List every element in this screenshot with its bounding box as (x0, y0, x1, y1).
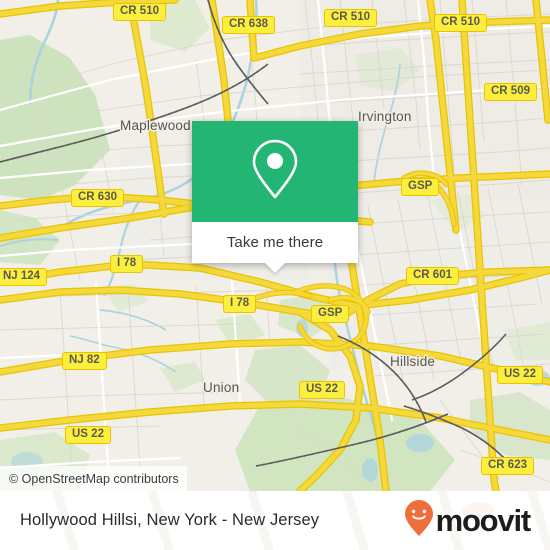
road-shield: US 22 (65, 426, 111, 444)
place-label-maplewood: Maplewood (120, 118, 191, 133)
road-shield: NJ 82 (62, 352, 107, 370)
road-shield: I 78 (110, 255, 144, 273)
map-canvas[interactable]: .park { fill:#cde3bd; } .park2 { fill:#d… (0, 0, 550, 491)
road-shield: CR 630 (71, 189, 124, 207)
road-shield: CR 509 (484, 83, 537, 101)
moovit-pin-icon (404, 499, 434, 542)
road-shield: CR 510 (434, 14, 487, 32)
moovit-wordmark: moovit (435, 503, 532, 538)
footer-bar: Hollywood Hillsi, New York - New Jersey … (0, 491, 550, 550)
road-shield: NJ 124 (0, 268, 48, 286)
road-shield: US 22 (497, 366, 543, 384)
road-shield: US 22 (299, 381, 345, 399)
road-shield: GSP (311, 305, 350, 323)
road-shield: CR 623 (481, 457, 534, 475)
place-label-hillside: Hillside (390, 354, 436, 369)
place-label-union: Union (203, 380, 240, 395)
popup-action-bar[interactable]: Take me there (192, 222, 358, 263)
place-label-irvington: Irvington (358, 109, 412, 124)
take-me-there-popup[interactable]: Take me there (192, 121, 358, 273)
road-shield: CR 638 (222, 16, 275, 34)
page-title: Hollywood Hillsi, New York - New Jersey (20, 511, 320, 529)
road-shield: CR 510 (113, 3, 166, 21)
take-me-there-label: Take me there (226, 234, 324, 251)
road-shield: CR 510 (324, 9, 377, 27)
popup-pointer (265, 263, 285, 273)
map-attribution[interactable]: © OpenStreetMap contributors (0, 466, 187, 491)
moovit-logo[interactable]: moovit (404, 499, 532, 542)
moovit-map-screen: .park { fill:#cde3bd; } .park2 { fill:#d… (0, 0, 550, 550)
road-shield: CR 601 (406, 267, 459, 285)
popup-icon-area (192, 121, 358, 222)
road-shield: I 78 (223, 295, 257, 313)
map-pin-icon (250, 137, 300, 206)
attribution-text: © OpenStreetMap contributors (9, 471, 179, 486)
road-shield: GSP (401, 178, 440, 196)
